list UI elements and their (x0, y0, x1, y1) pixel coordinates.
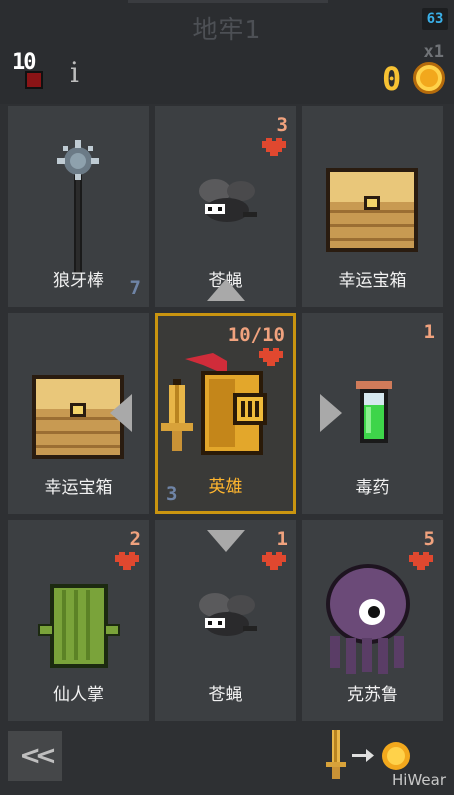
card-cthulhu[interactable]: 5 克苏鲁 (302, 520, 443, 721)
card-name: 幸运宝箱 (44, 478, 113, 498)
card-name: 仙人掌 (53, 685, 104, 705)
gold-count: 0 (382, 60, 402, 98)
coin-icon (413, 62, 445, 94)
move-left-arrow-icon[interactable] (110, 394, 132, 432)
card-cost: 5 (423, 528, 435, 550)
card-name: 毒药 (355, 478, 390, 498)
card-cost: 1 (276, 528, 288, 550)
top-handle (128, 0, 328, 3)
heart-icon (262, 138, 286, 158)
move-right-arrow-icon[interactable] (320, 394, 342, 432)
card-chest[interactable]: 幸运宝箱 (302, 106, 443, 307)
move-down-arrow-icon[interactable] (207, 530, 245, 552)
heart-icon (115, 552, 139, 572)
gold-multiplier: x1 (423, 42, 444, 62)
card-cost: 1 (423, 321, 435, 343)
card-cost: 2 (129, 528, 141, 550)
card-shield: 3 (166, 483, 178, 505)
page-title: 地牢1 (192, 15, 262, 44)
watermark: HiWear (392, 771, 446, 789)
card-fly[interactable]: 3 苍蝇 (155, 106, 296, 307)
heart-icon (409, 552, 433, 572)
heart-icon (262, 552, 286, 572)
hp-bar-icon (25, 71, 43, 89)
info-button[interactable]: i (70, 56, 79, 89)
card-name: 克苏鲁 (347, 685, 398, 705)
card-durability: 7 (129, 277, 141, 299)
move-up-arrow-icon[interactable] (207, 279, 245, 301)
card-mace[interactable]: 狼牙棒 7 (8, 106, 149, 307)
heart-icon (259, 348, 283, 368)
back-button[interactable]: << (8, 731, 62, 781)
card-name: 苍蝇 (208, 685, 243, 705)
card-hero[interactable]: 10/10 英雄 3 (155, 313, 296, 514)
fps-counter: 63 (422, 8, 448, 30)
card-health: 10/10 (227, 324, 285, 346)
card-name: 英雄 (208, 477, 243, 497)
card-cactus[interactable]: 2 仙人掌 (8, 520, 149, 721)
card-cost: 3 (276, 114, 288, 136)
card-name: 狼牙棒 (53, 271, 104, 291)
card-name: 幸运宝箱 (338, 271, 407, 291)
